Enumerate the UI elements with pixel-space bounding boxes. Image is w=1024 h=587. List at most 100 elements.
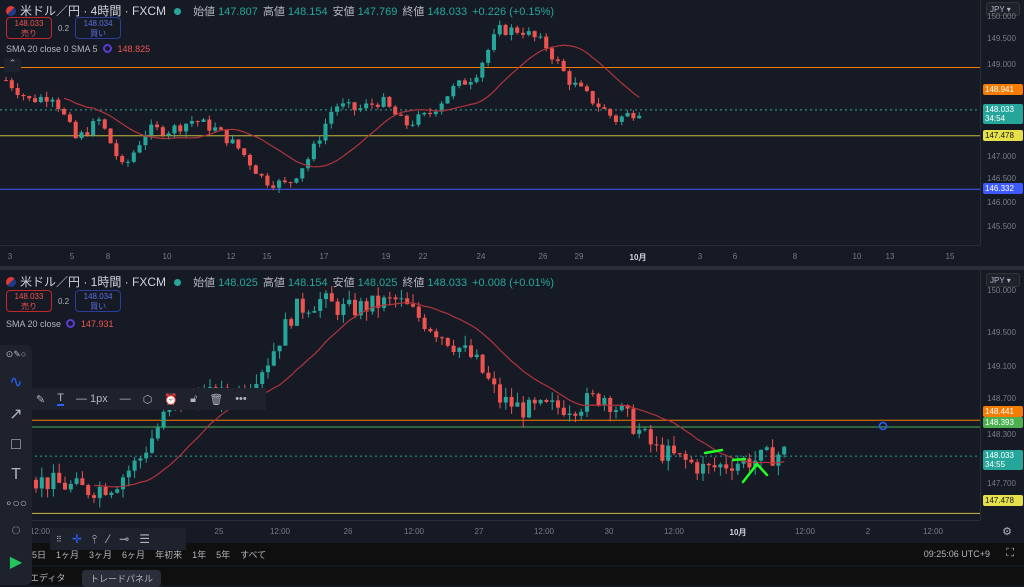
candle-1h <box>689 456 694 464</box>
sell-button[interactable]: 148.033 売り <box>6 290 52 312</box>
symbol-title[interactable]: 米ドル／円 · 4時間 · FXCM <box>20 4 166 18</box>
candle-body <box>323 123 328 141</box>
candle-body <box>39 477 44 489</box>
pencil-color-icon[interactable]: ✎ <box>36 393 45 406</box>
candlestick-chart-4h[interactable] <box>0 0 980 245</box>
period-6[interactable]: 5年 <box>216 548 230 561</box>
rectangle-tool-icon[interactable]: □ <box>11 436 21 454</box>
unlock-icon[interactable]: 🔓︎ <box>190 393 197 406</box>
candle-body <box>405 298 410 305</box>
candle-4h <box>439 101 444 115</box>
candle-4h <box>178 123 183 135</box>
price-label: 148.441 <box>983 406 1023 417</box>
price-axis[interactable]: JPY ▾ 150.000 149.500 149.100 148.700 148.30… <box>980 270 1024 520</box>
collapse-legend-button[interactable]: ⌃ <box>4 58 21 72</box>
currency-select[interactable]: JPY ▾ <box>986 273 1020 287</box>
candle-body <box>666 445 671 461</box>
freehand-brush-icon[interactable]: ∿ <box>9 372 22 392</box>
horizontal-ray-icon[interactable]: ⊸ <box>119 532 129 546</box>
time-tick: 6 <box>732 252 738 261</box>
drag-handle-icon[interactable]: ⠿ <box>56 535 62 544</box>
price-label-text: 148.393 <box>985 418 1014 427</box>
arrow-tool-icon[interactable]: ↗ <box>9 404 22 424</box>
candle-body <box>782 446 787 455</box>
candle-1h <box>596 392 601 407</box>
period-7[interactable]: すべて <box>240 548 266 561</box>
tab-editor[interactable]: エディタ <box>30 571 65 584</box>
candle-body <box>271 351 276 366</box>
candle-4h <box>364 99 369 112</box>
pattern-tool-icon[interactable]: ∘○○ <box>5 496 27 510</box>
candle-body <box>306 159 311 169</box>
vertical-line-icon[interactable]: ⫯ <box>92 532 97 547</box>
candle-body <box>15 88 20 95</box>
sma-indicator-legend[interactable]: SMA 20 close 0 SMA 5 148.825 <box>6 44 150 54</box>
time-tick: 22 <box>418 252 428 261</box>
buy-button[interactable]: 148.034 買い <box>75 290 122 312</box>
candle-body <box>126 470 131 478</box>
fib-icon[interactable]: ☰ <box>139 532 150 546</box>
candle-1h <box>132 456 137 479</box>
price-tick: 149.100 <box>987 362 1016 371</box>
toolbar-options-icon[interactable]: ⊙✎○ <box>6 349 27 360</box>
candle-body <box>515 402 520 407</box>
candle-body <box>613 410 619 412</box>
buy-button[interactable]: 148.034 買い <box>75 17 122 39</box>
candle-1h <box>619 402 624 412</box>
chart-pane-4h[interactable]: 米ドル／円 · 4時間 · FXCM 始値 147.807 高値 148.154 安値 1… <box>0 0 1024 268</box>
candle-body <box>491 34 496 50</box>
symbol-title[interactable]: 米ドル／円 · 1時間 · FXCM <box>20 275 166 289</box>
ohlc-value: 147.807 <box>218 6 258 18</box>
candle-body <box>44 96 49 102</box>
replay-play-icon[interactable]: ▶ <box>10 552 22 572</box>
candle-4h <box>120 154 125 165</box>
ohlc-label: 高値 <box>262 277 285 289</box>
drawing-floating-toolbar: ✎ T — 1px — ⬡ ⏰ 🔓︎ 🗑︎ ••• <box>30 388 266 410</box>
cycle-tool-icon[interactable]: ◌ <box>11 522 21 540</box>
candle-body <box>596 103 601 108</box>
delete-icon[interactable]: 🗑︎ <box>209 393 223 406</box>
tab-trade-panel[interactable]: トレードパネル <box>82 570 162 587</box>
candle-4h <box>503 23 508 36</box>
sell-label: 売り <box>21 29 37 38</box>
candle-body <box>422 317 427 329</box>
candle-body <box>683 453 688 460</box>
line-style-icon[interactable]: — <box>120 393 131 405</box>
candle-body <box>265 175 270 186</box>
fullscreen-icon[interactable]: ⛶ <box>1006 547 1014 560</box>
price-label: 147.478 <box>983 130 1023 141</box>
crosshair-icon[interactable]: ✛ <box>72 532 82 546</box>
time-axis[interactable]: 3 5 8 10 12 15 17 19 22 24 26 29 10月 3 6 8 10 13 15 <box>0 245 980 267</box>
sell-button[interactable]: 148.033 売り <box>6 17 52 39</box>
candle-body <box>149 438 155 453</box>
line-width-button[interactable]: — 1px <box>76 393 108 405</box>
price-axis[interactable]: JPY ▾ 150.000 149.500 149.000 147.000 146.50… <box>980 0 1024 245</box>
alert-icon[interactable]: ⏰ <box>164 393 178 406</box>
candle-body <box>57 472 62 483</box>
candle-1h <box>144 446 149 463</box>
clock: 09:25:06 UTC+9 <box>923 549 990 559</box>
candle-body <box>213 127 218 131</box>
more-icon[interactable]: ••• <box>235 393 247 405</box>
period-5[interactable]: 1年 <box>192 548 206 561</box>
candle-body <box>195 121 200 123</box>
candle-body <box>155 124 160 128</box>
candle-1h <box>579 408 584 421</box>
line-anchor-handle[interactable] <box>878 421 888 431</box>
candle-1h <box>503 387 508 410</box>
candle-body <box>21 94 26 97</box>
trend-line-icon[interactable]: ⁄ <box>107 532 109 546</box>
text-color-icon[interactable]: T <box>57 392 64 406</box>
period-0[interactable]: 5日 <box>32 548 46 561</box>
text-tool-icon[interactable]: T <box>11 466 21 484</box>
candle-4h <box>520 27 526 39</box>
candle-body <box>520 32 526 35</box>
candle-body <box>579 82 584 87</box>
sma-indicator-legend[interactable]: SMA 20 close 147.931 <box>6 319 114 329</box>
candle-1h <box>468 339 474 359</box>
time-tick: 15 <box>945 252 955 261</box>
settings-icon[interactable]: ⬡ <box>143 393 153 406</box>
candle-4h <box>561 58 566 72</box>
settings-gear-icon[interactable]: ⚙ <box>1002 525 1012 538</box>
candle-body <box>340 103 345 107</box>
